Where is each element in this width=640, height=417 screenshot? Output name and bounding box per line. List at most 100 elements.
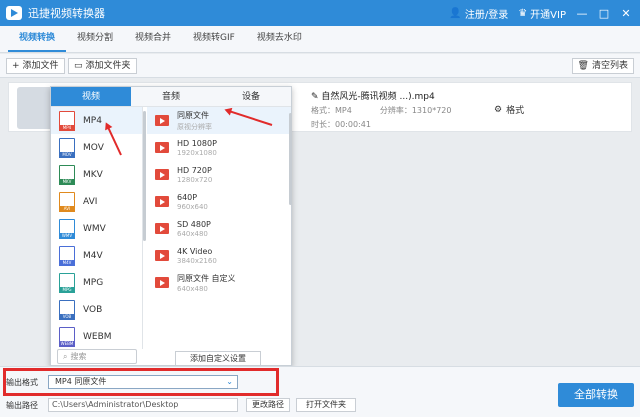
format-label: WEBM [83, 331, 112, 342]
resolution-size: 960x640 [177, 202, 208, 211]
popup-tab-audio[interactable]: 音频 [131, 87, 211, 106]
format-search-input[interactable]: ⌕ 搜索 [57, 349, 137, 364]
format-item-mpg[interactable]: MPG MPG [51, 269, 142, 296]
resolution-list-scrollbar[interactable] [289, 113, 292, 205]
user-icon: 👤 [449, 7, 462, 19]
open-folder-button[interactable]: 打开文件夹 [296, 398, 356, 412]
format-item-mkv[interactable]: MKV MKV [51, 161, 142, 188]
resolution-size: 1920x1080 [177, 148, 217, 157]
maximize-button[interactable]: □ [598, 7, 610, 20]
resolution-list: 同原文件 原视分辨率 HD 1080P 1920x1080 HD 720P 1280x72… [147, 107, 291, 349]
edit-icon[interactable]: ✎ [311, 92, 319, 102]
file-format: MP4 [335, 106, 352, 115]
add-folder-button[interactable]: ▭ 添加文件夹 [68, 58, 137, 74]
close-button[interactable]: ✕ [620, 7, 632, 20]
popup-tab-video[interactable]: 视频 [51, 87, 131, 106]
resolution-item[interactable]: 640P 960x640 [147, 188, 291, 215]
tab-remove-watermark[interactable]: 视频去水印 [246, 25, 313, 52]
app-title: 迅捷视频转换器 [28, 7, 105, 20]
file-type-icon: VOB [59, 299, 75, 320]
popup-tab-device[interactable]: 设备 [211, 87, 291, 106]
video-icon [155, 142, 169, 153]
format-list: MP4 MP4 MOV MOV MKV MKV AVI AVI WMV WMV M4V M4V MPG M… [51, 107, 143, 349]
format-item-mov[interactable]: MOV MOV [51, 134, 142, 161]
format-label: WMV [83, 223, 106, 234]
format-label: MP4 [83, 115, 102, 126]
resolution-size: 640x480 [177, 284, 208, 293]
login-link[interactable]: 👤 注册/登录 [449, 6, 508, 21]
search-icon: ⌕ [63, 351, 68, 361]
clear-list-button[interactable]: 🗑 清空列表 [571, 58, 634, 74]
convert-all-button[interactable]: 全部转换 [558, 383, 634, 407]
video-icon [155, 169, 169, 180]
file-type-icon: WEBM [59, 326, 75, 347]
change-path-button[interactable]: 更改路径 [246, 398, 290, 412]
resolution-item[interactable]: HD 720P 1280x720 [147, 161, 291, 188]
file-type-icon: M4V [59, 245, 75, 266]
resolution-item[interactable]: 同原文件 原视分辨率 [147, 107, 291, 134]
format-settings-button[interactable]: ⚙ 格式 [494, 103, 524, 117]
output-path-label: 输出路径 [6, 401, 38, 410]
resolution-name: 同原文件 自定义 [177, 273, 236, 283]
resolution-name: 640P [177, 192, 198, 202]
resolution-item[interactable]: 同原文件 自定义 640x480 [147, 269, 291, 296]
format-item-webm[interactable]: WEBM WEBM [51, 323, 142, 350]
tab-video-to-gif[interactable]: 视频转GIF [182, 25, 246, 52]
format-list-scrollbar[interactable] [143, 111, 146, 241]
add-file-button[interactable]: + 添加文件 [6, 58, 65, 74]
file-resolution: 1310*720 [411, 106, 452, 115]
format-label: AVI [83, 196, 98, 207]
format-label: MOV [83, 142, 104, 153]
format-label: VOB [83, 304, 103, 315]
main-tabs: 视频转换 视频分割 视频合并 视频转GIF 视频去水印 [0, 26, 640, 53]
toolbar: + 添加文件 ▭ 添加文件夹 🗑 清空列表 [0, 54, 640, 78]
file-type-icon: MPG [59, 272, 75, 293]
format-popup: 视频 音频 设备 MP4 MP4 MOV MOV MKV MKV AVI AVI WMV WMV M… [50, 86, 292, 366]
resolution-name: HD 1080P [177, 138, 217, 148]
popup-tabs: 视频 音频 设备 [51, 87, 291, 107]
folder-icon: ▭ [74, 61, 83, 71]
format-item-mp4[interactable]: MP4 MP4 [51, 107, 142, 134]
video-icon [155, 250, 169, 261]
tab-video-convert[interactable]: 视频转换 [8, 25, 67, 52]
add-custom-setting-button[interactable]: 添加自定义设置 [175, 351, 261, 366]
resolution-size: 3840x2160 [177, 256, 217, 265]
file-type-icon: WMV [59, 218, 75, 239]
output-path-field[interactable]: C:\Users\Administrator\Desktop [48, 398, 238, 412]
trash-icon: 🗑 [577, 61, 589, 71]
format-item-avi[interactable]: AVI AVI [51, 188, 142, 215]
resolution-name: 同原文件 [177, 110, 209, 120]
resolution-size: 640x480 [177, 229, 208, 238]
title-bar: 迅捷视频转换器 👤 注册/登录 ♛ 开通VIP — □ ✕ [0, 0, 640, 26]
minimize-button[interactable]: — [576, 7, 588, 20]
gear-icon: ⚙ [494, 104, 503, 115]
tab-video-merge[interactable]: 视频合并 [124, 25, 182, 52]
file-name: ✎ 自然风光-腾讯视频 ...).mp4 [311, 92, 435, 102]
plus-icon: + [12, 61, 20, 71]
file-meta: 格式：MP4 分辨率：1310*720 [311, 106, 452, 115]
resolution-name: SD 480P [177, 219, 211, 229]
file-type-icon: MKV [59, 164, 75, 185]
format-item-vob[interactable]: VOB VOB [51, 296, 142, 323]
resolution-name: 4K Video [177, 246, 213, 256]
resolution-size: 原视分辨率 [177, 122, 212, 131]
annotation-highlight-box [3, 368, 279, 396]
tab-video-split[interactable]: 视频分割 [66, 25, 124, 52]
resolution-name: HD 720P [177, 165, 212, 175]
format-label: M4V [83, 250, 103, 261]
format-item-wmv[interactable]: WMV WMV [51, 215, 142, 242]
resolution-item[interactable]: HD 1080P 1920x1080 [147, 134, 291, 161]
file-type-icon: MOV [59, 137, 75, 158]
file-duration: 时长：00:00:41 [311, 120, 371, 129]
resolution-item[interactable]: 4K Video 3840x2160 [147, 242, 291, 269]
resolution-item[interactable]: SD 480P 640x480 [147, 215, 291, 242]
video-icon [155, 115, 169, 126]
app-logo-icon [6, 6, 22, 20]
format-label: MPG [83, 277, 104, 288]
format-item-m4v[interactable]: M4V M4V [51, 242, 142, 269]
crown-icon: ♛ [518, 7, 528, 19]
video-icon [155, 277, 169, 288]
file-type-icon: MP4 [59, 110, 75, 131]
title-actions: 👤 注册/登录 ♛ 开通VIP — □ ✕ [449, 0, 632, 26]
vip-link[interactable]: ♛ 开通VIP [518, 6, 566, 21]
